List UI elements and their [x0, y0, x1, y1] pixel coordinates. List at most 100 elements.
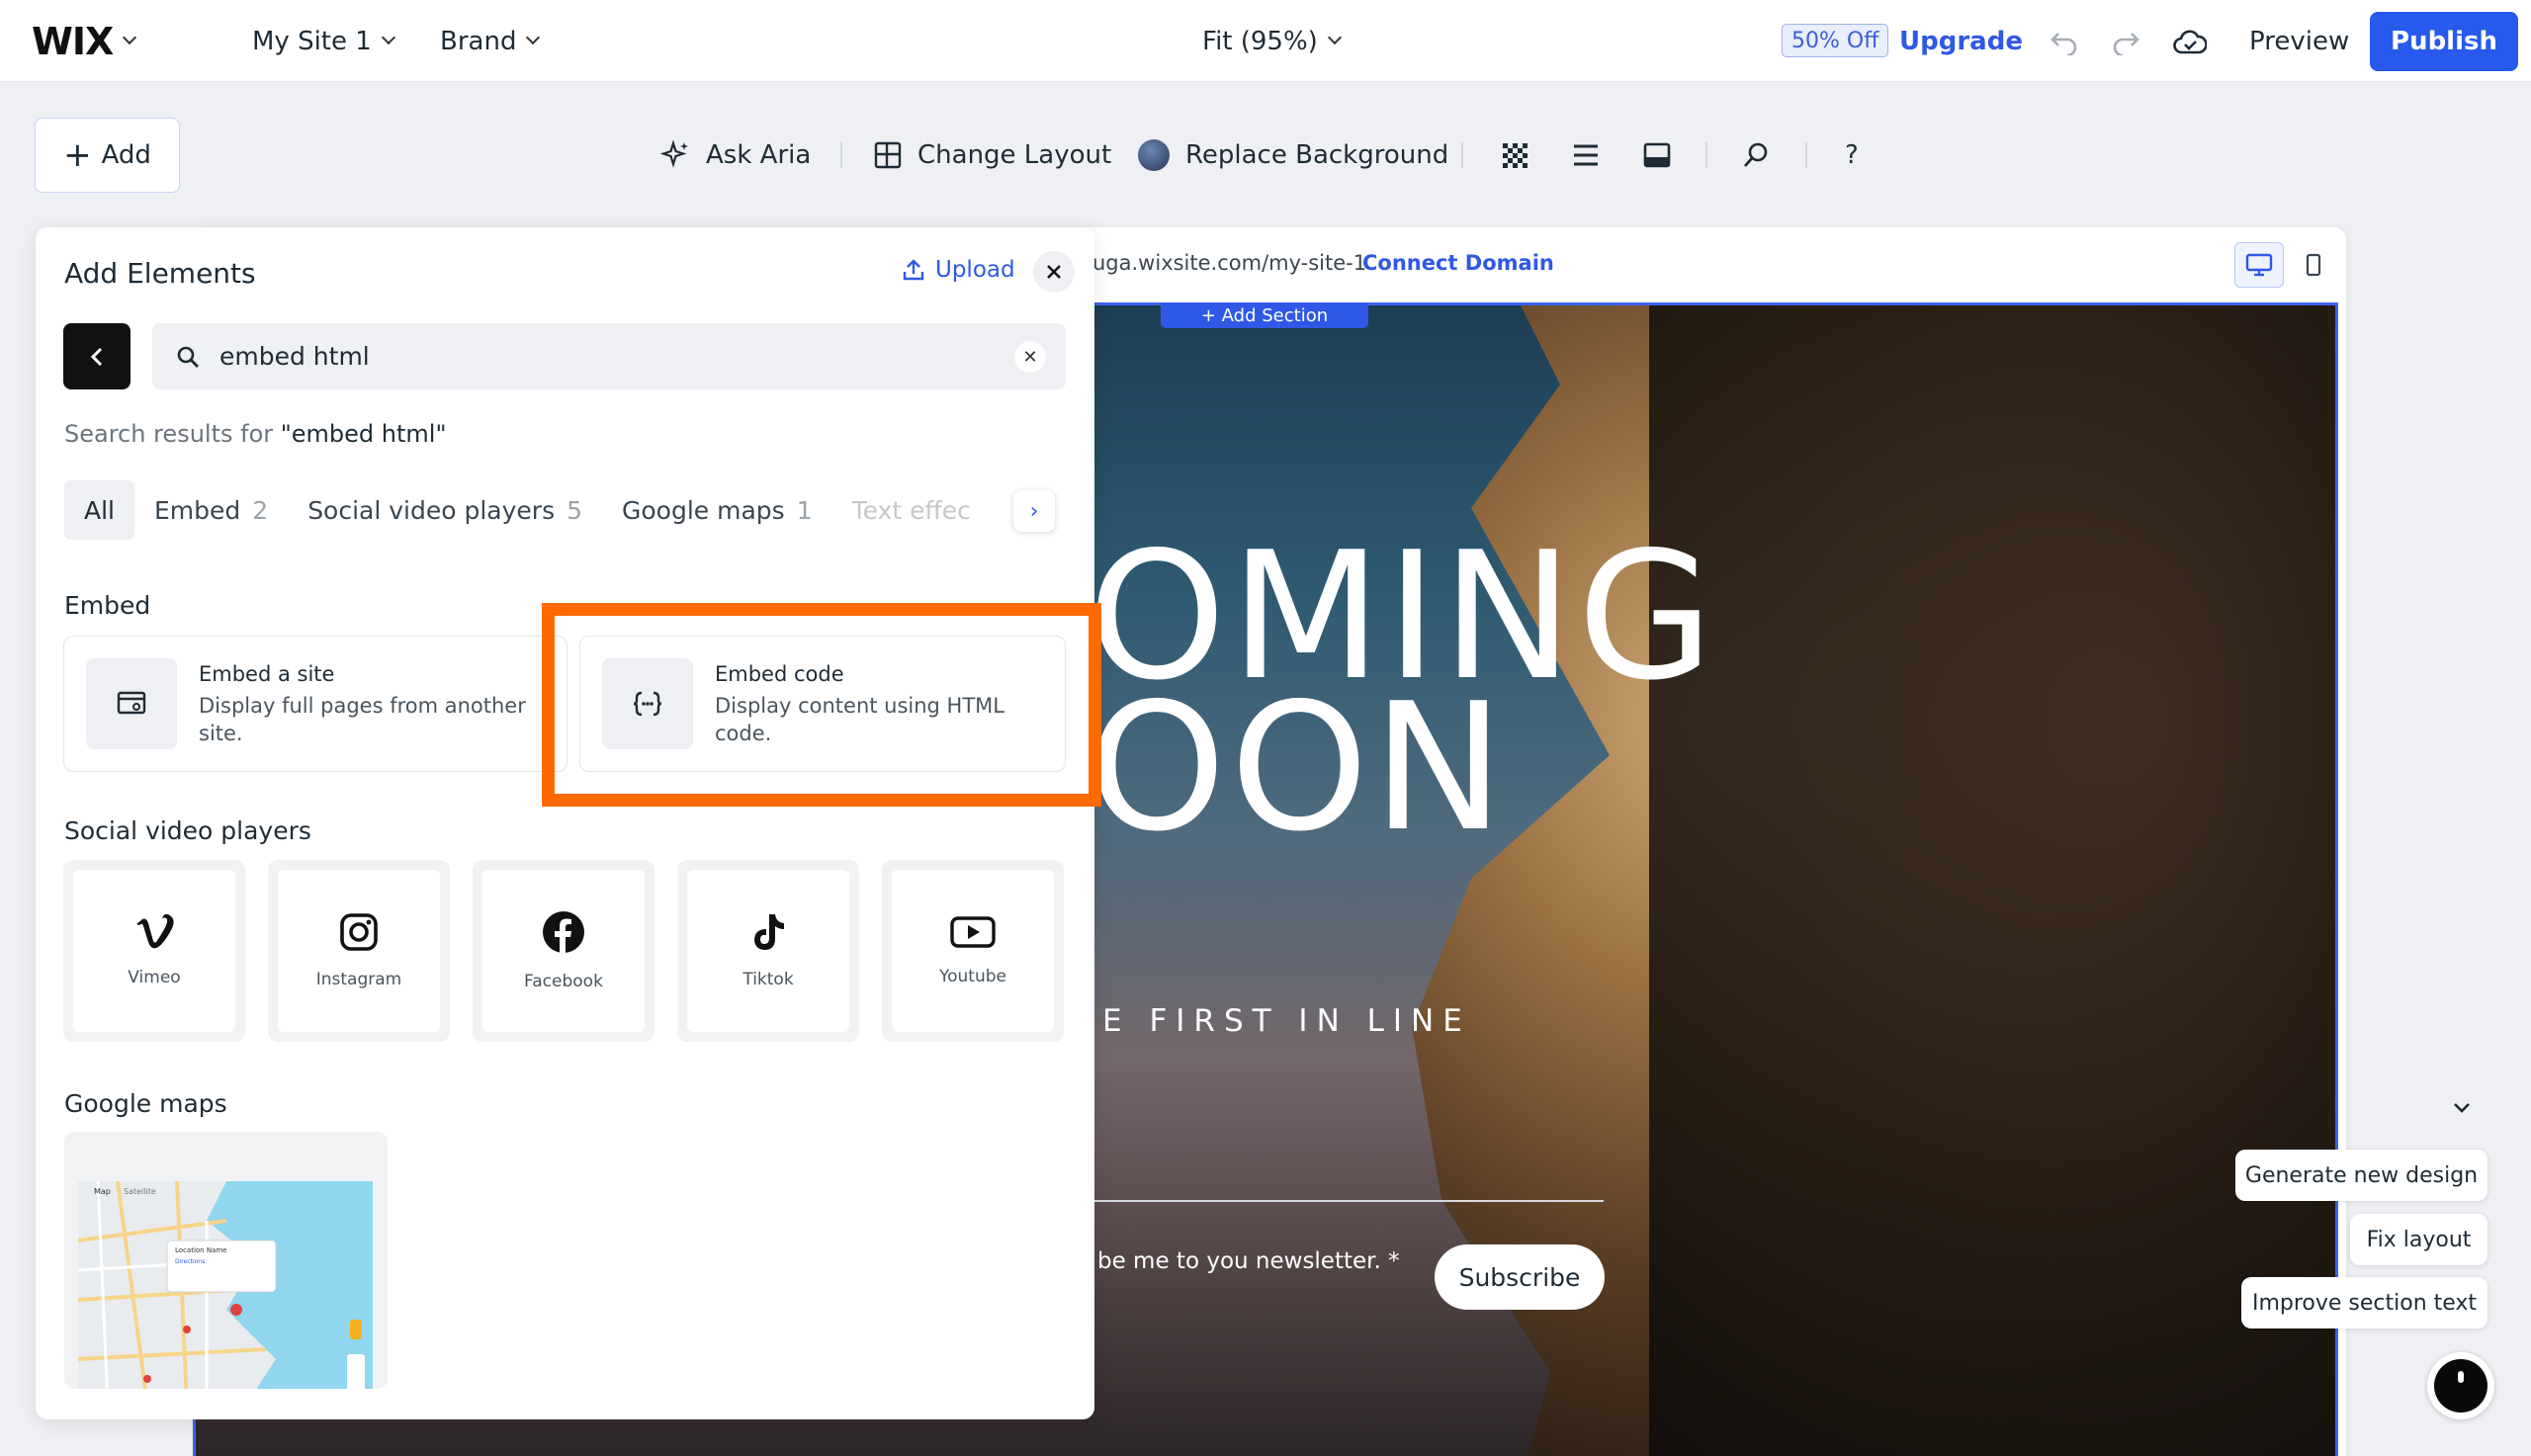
results-query: "embed html" [280, 420, 447, 448]
promo-badge[interactable]: 50% Off [1782, 24, 1889, 57]
search-tool-icon[interactable] [1742, 128, 1786, 182]
desktop-view-icon[interactable] [2234, 242, 2284, 288]
add-section-button[interactable]: + Add Section [1161, 302, 1368, 328]
filter-label: Google maps [622, 495, 785, 525]
chevron-right-icon[interactable]: › [1013, 490, 1055, 532]
undo-icon[interactable] [2050, 0, 2079, 82]
filter-count: 2 [252, 495, 269, 525]
replace-background-button[interactable]: Replace Background [1138, 128, 1448, 182]
map-tab-label: Map [94, 1187, 111, 1196]
cloud-save-icon[interactable] [2173, 0, 2207, 82]
rock-shadow-image [1649, 305, 2335, 1456]
brand-menu[interactable]: Brand [440, 0, 541, 82]
filter-tab-embed[interactable]: Embed 2 [134, 480, 288, 540]
card-title: Embed a site [199, 662, 335, 686]
wix-logo[interactable]: WIX [32, 0, 137, 82]
facebook-icon [543, 911, 584, 954]
social-section-heading: Social video players [64, 816, 311, 845]
toolbar-divider [1705, 142, 1707, 168]
zoom-menu[interactable]: Fit (95%) [1202, 0, 1342, 82]
ask-aria-button[interactable]: Ask Aria [660, 128, 811, 182]
toolbar-divider [1805, 142, 1807, 168]
card-description: Display content using HTML code. [715, 694, 1004, 745]
redo-icon[interactable] [2111, 0, 2140, 82]
connect-domain-link[interactable]: Connect Domain [1362, 251, 1554, 275]
search-input[interactable]: embed html ✕ [152, 323, 1066, 389]
maps-section-heading: Google maps [64, 1089, 227, 1118]
plus-icon: + [63, 135, 92, 175]
add-elements-button[interactable]: + Add [35, 118, 180, 193]
back-button[interactable] [63, 323, 131, 389]
chevron-down-icon [123, 30, 137, 45]
hero-title-line2[interactable]: OON [1088, 680, 1508, 856]
social-card-tiktok[interactable]: Tiktok [677, 860, 859, 1042]
zoom-menu-label: Fit (95%) [1202, 26, 1318, 56]
filter-label: Embed [154, 495, 241, 525]
card-title: Embed code [715, 662, 844, 686]
location-name-label: Location Name [175, 1246, 227, 1254]
site-menu-label: My Site 1 [252, 26, 372, 56]
panel-title: Add Elements [64, 257, 256, 290]
menu-lines-icon[interactable] [1572, 128, 1615, 182]
search-results-caption: Search results for "embed html" [64, 420, 447, 448]
filter-label: Social video players [307, 495, 556, 525]
site-menu[interactable]: My Site 1 [252, 0, 395, 82]
chevron-down-icon [381, 30, 395, 45]
search-icon [177, 346, 199, 368]
toolbar-divider [840, 142, 842, 168]
social-card-instagram[interactable]: Instagram [268, 860, 450, 1042]
newsletter-checkbox-label: be me to you newsletter. * [1097, 1248, 1400, 1274]
filter-tab-google-maps[interactable]: Google maps 1 [602, 480, 832, 540]
social-label: Vimeo [128, 968, 181, 987]
change-layout-button[interactable]: Change Layout [874, 128, 1111, 182]
upload-icon [903, 259, 924, 281]
hero-tagline[interactable]: E FIRST IN LINE [1102, 1003, 1471, 1039]
upgrade-link[interactable]: Upgrade [1899, 0, 2023, 82]
upload-button[interactable]: Upload [902, 257, 1015, 283]
chevron-left-icon [90, 347, 103, 366]
filter-label: All [84, 495, 115, 525]
generate-new-design-button[interactable]: Generate new design [2235, 1150, 2487, 1201]
preview-button[interactable]: Preview [2249, 0, 2349, 82]
embed-code-card[interactable]: Embed code Display content using HTML co… [579, 636, 1066, 772]
brand-menu-label: Brand [440, 26, 517, 56]
section-layout-icon[interactable] [1643, 128, 1687, 182]
layout-icon [874, 141, 902, 169]
clear-search-icon[interactable]: ✕ [1014, 341, 1046, 373]
pattern-icon[interactable] [1501, 128, 1544, 182]
filter-tab-text-effects[interactable]: Text effec [832, 480, 991, 540]
code-braces-icon [602, 658, 693, 749]
improve-section-text-button[interactable]: Improve section text [2241, 1277, 2487, 1328]
help-icon[interactable]: ? [1845, 128, 1859, 182]
sparkle-icon [660, 140, 688, 168]
filter-tab-social-video-players[interactable]: Social video players 5 [288, 480, 602, 540]
chevron-down-icon [1327, 30, 1342, 45]
chevron-down-icon [526, 30, 541, 45]
google-map-card[interactable]: Map Satellite Location Name Directions [64, 1132, 388, 1389]
embed-section-heading: Embed [64, 591, 151, 620]
publish-button[interactable]: Publish [2370, 12, 2518, 71]
upload-label: Upload [935, 257, 1015, 283]
top-bar: WIX My Site 1 Brand Fit (95%) 50% Off Up… [0, 0, 2531, 82]
social-label: Facebook [524, 972, 603, 991]
embed-site-icon [86, 658, 177, 749]
mobile-view-icon[interactable] [2294, 242, 2333, 288]
social-card-facebook[interactable]: Facebook [473, 860, 655, 1042]
aria-assistant-icon[interactable] [2427, 1352, 2494, 1419]
close-panel-button[interactable] [1033, 251, 1075, 293]
chevron-down-icon[interactable] [2452, 1100, 2472, 1119]
newsletter-input-line[interactable] [1093, 1200, 1604, 1202]
satellite-tab-label: Satellite [124, 1187, 156, 1196]
embed-a-site-card[interactable]: Embed a site Display full pages from ano… [63, 636, 567, 772]
subscribe-button[interactable]: Subscribe [1435, 1244, 1605, 1310]
filter-tabs: All Embed 2 Social video players 5 Googl… [64, 480, 1063, 540]
social-card-youtube[interactable]: Youtube [882, 860, 1064, 1042]
filter-tab-all[interactable]: All [64, 480, 134, 540]
fix-layout-button[interactable]: Fix layout [2350, 1214, 2487, 1265]
replace-background-label: Replace Background [1185, 140, 1449, 170]
social-label: Tiktok [742, 970, 794, 989]
directions-link: Directions [175, 1258, 206, 1265]
tiktok-icon [754, 914, 784, 950]
filter-label: Text effec [851, 495, 971, 525]
social-card-vimeo[interactable]: Vimeo [63, 860, 245, 1042]
